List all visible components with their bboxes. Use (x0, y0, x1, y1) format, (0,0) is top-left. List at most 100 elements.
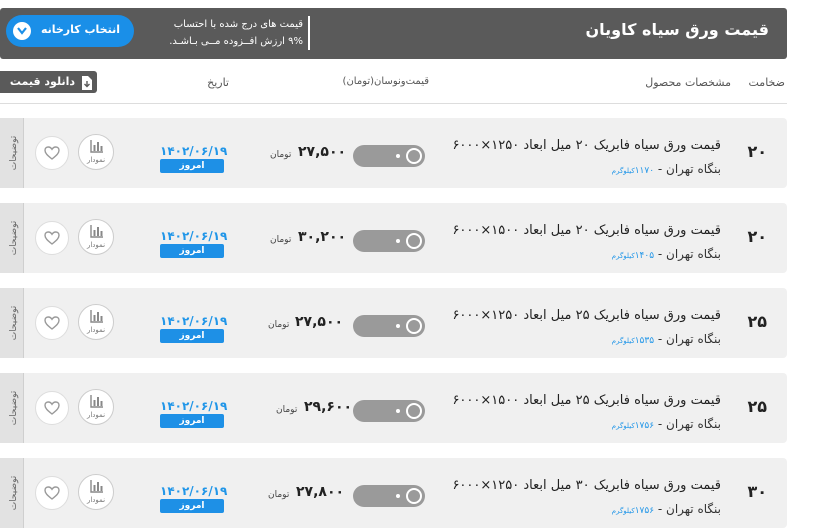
description-tab[interactable]: توضیحات (0, 118, 24, 188)
column-header-thickness: ضخامت (748, 76, 786, 89)
heart-icon (44, 231, 60, 245)
product-name[interactable]: قیمت ورق سیاه فابریک ۲۵ میل ابعاد ۱۲۵۰×۶… (452, 308, 721, 323)
chart-button[interactable]: نمودار (78, 474, 114, 510)
weight-unit: کیلوگرم (611, 167, 635, 175)
description-tab[interactable]: توضیحات (0, 373, 24, 443)
price-fluctuation-toggle[interactable] (353, 485, 425, 507)
table-row: توضیحات نمودار ۱۴۰۲/۰۶/۱۹ امروز تومان ۲۷… (0, 458, 787, 528)
weight-value: ۱۴۰۵ (634, 251, 655, 261)
thickness-value: ۳۰ (747, 482, 767, 501)
price-value: ۲۷,۵۰۰ (298, 144, 347, 160)
product-name[interactable]: قیمت ورق سیاه فابریک ۲۵ میل ابعاد ۱۵۰۰×۶… (452, 393, 721, 408)
warehouse-label: بنگاه تهران - (654, 162, 721, 176)
description-tab[interactable]: توضیحات (0, 458, 24, 528)
chart-button[interactable]: نمودار (78, 304, 114, 340)
today-badge: امروز (160, 329, 224, 343)
product-name[interactable]: قیمت ورق سیاه فابریک ۲۰ میل ابعاد ۱۲۵۰×۶… (452, 138, 721, 153)
weight-unit: کیلوگرم (611, 422, 635, 430)
download-file-icon (81, 75, 92, 94)
weight-value: ۱۱۷۰ (634, 166, 655, 176)
toggle-dot (396, 324, 400, 328)
favorite-button[interactable] (35, 136, 69, 170)
price-value: ۲۷,۵۰۰ (295, 314, 344, 330)
price-fluctuation-toggle[interactable] (353, 400, 425, 422)
select-factory-button[interactable]: انتخاب کارخانه (6, 15, 134, 47)
toggle-knob (406, 318, 422, 334)
product-warehouse: بنگاه تهران - ۱۴۰۵کیلوگرم (612, 247, 721, 261)
column-header-date: تاریخ (207, 76, 229, 89)
toggle-dot (396, 239, 400, 243)
price-fluctuation-toggle[interactable] (353, 230, 425, 252)
chart-button[interactable]: نمودار (78, 389, 114, 425)
heart-icon (44, 401, 60, 415)
chart-label: نمودار (86, 326, 106, 334)
toggle-knob (406, 488, 422, 504)
today-badge: امروز (160, 159, 224, 173)
warehouse-label: بنگاه تهران - (654, 417, 721, 431)
toggle-knob (406, 148, 422, 164)
chart-label: نمودار (86, 241, 106, 249)
price-value: ۳۰,۲۰۰ (298, 229, 347, 245)
column-header-specs: مشخصات محصول (645, 76, 731, 89)
heart-icon (44, 316, 60, 330)
today-badge: امروز (160, 414, 224, 428)
product-name[interactable]: قیمت ورق سیاه فابریک ۲۰ میل ابعاد ۱۵۰۰×۶… (452, 223, 721, 238)
toggle-knob (406, 403, 422, 419)
product-warehouse: بنگاه تهران - ۱۷۵۶کیلوگرم (612, 417, 721, 431)
vat-note-line1: قیمت های درج شده با احتساب (173, 19, 303, 30)
currency-unit: تومان (268, 490, 290, 500)
favorite-button[interactable] (35, 306, 69, 340)
page-title: قیمت ورق سیاه کاویان (585, 20, 770, 39)
description-tab-label: توضیحات (9, 220, 19, 256)
vat-note-line2: ۹% ارزش افــزوده مــی بـاشـد. (169, 36, 303, 47)
toggle-dot (396, 154, 400, 158)
product-warehouse: بنگاه تهران - ۱۱۷۰کیلوگرم (612, 162, 721, 176)
heart-icon (44, 146, 60, 160)
thickness-value: ۲۰ (747, 142, 767, 161)
download-price-label: دانلود قیمت (9, 75, 75, 88)
description-tab-label: توضیحات (9, 305, 19, 341)
vat-note: قیمت های درج شده با احتساب ۹% ارزش افــز… (155, 16, 310, 50)
toggle-dot (396, 409, 400, 413)
description-tab[interactable]: توضیحات (0, 288, 24, 358)
bar-chart-icon (90, 225, 103, 238)
chart-button[interactable]: نمودار (78, 219, 114, 255)
weight-unit: کیلوگرم (611, 337, 635, 345)
weight-value: ۱۷۵۶ (634, 421, 655, 431)
description-tab-label: توضیحات (9, 475, 19, 511)
price-value: ۲۹,۶۰۰ (304, 399, 353, 415)
table-row: توضیحات نمودار ۱۴۰۲/۰۶/۱۹ امروز تومان ۳۰… (0, 203, 787, 273)
favorite-button[interactable] (35, 391, 69, 425)
price-date: ۱۴۰۲/۰۶/۱۹ (160, 144, 228, 158)
heart-icon (44, 486, 60, 500)
price-date: ۱۴۰۲/۰۶/۱۹ (160, 399, 228, 413)
chart-label: نمودار (86, 156, 106, 164)
chart-label: نمودار (86, 411, 106, 419)
price-fluctuation-toggle[interactable] (353, 145, 425, 167)
product-warehouse: بنگاه تهران - ۱۵۳۵کیلوگرم (612, 332, 721, 346)
weight-value: ۱۵۳۵ (634, 336, 655, 346)
price-date: ۱۴۰۲/۰۶/۱۹ (160, 314, 228, 328)
product-name[interactable]: قیمت ورق سیاه فابریک ۳۰ میل ابعاد ۱۲۵۰×۶… (452, 478, 721, 493)
today-badge: امروز (160, 499, 224, 513)
column-header-price: قیمت‌ونوسان(تومان) (342, 76, 429, 87)
download-price-button[interactable]: دانلود قیمت (0, 71, 97, 93)
price-fluctuation-toggle[interactable] (353, 315, 425, 337)
weight-unit: کیلوگرم (611, 252, 635, 260)
toggle-knob (406, 233, 422, 249)
header-divider (0, 103, 787, 104)
price-value: ۲۷,۸۰۰ (296, 484, 345, 500)
chart-button[interactable]: نمودار (78, 134, 114, 170)
price-date: ۱۴۰۲/۰۶/۱۹ (160, 484, 228, 498)
weight-unit: کیلوگرم (611, 507, 635, 515)
description-tab[interactable]: توضیحات (0, 203, 24, 273)
favorite-button[interactable] (35, 476, 69, 510)
currency-unit: تومان (276, 405, 298, 415)
bar-chart-icon (90, 310, 103, 323)
bar-chart-icon (90, 140, 103, 153)
bar-chart-icon (90, 480, 103, 493)
toggle-dot (396, 494, 400, 498)
favorite-button[interactable] (35, 221, 69, 255)
thickness-value: ۲۵ (747, 312, 767, 331)
today-badge: امروز (160, 244, 224, 258)
